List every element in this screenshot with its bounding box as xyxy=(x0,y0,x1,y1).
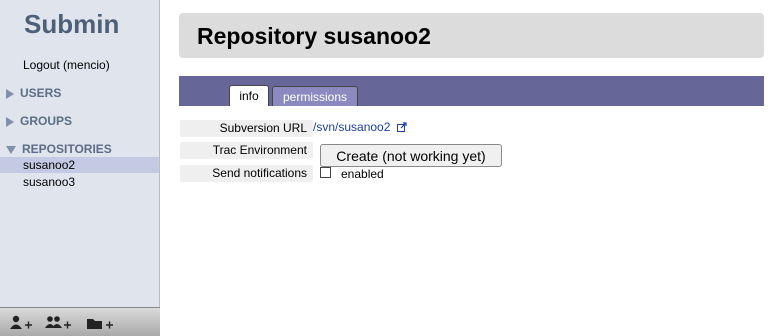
send-notifications-label: Send notifications xyxy=(180,165,313,182)
sidebar-section-repositories[interactable]: REPOSITORIES xyxy=(6,142,112,156)
create-trac-button[interactable]: Create (not working yet) xyxy=(320,144,502,167)
sidebar: Submin Logout (mencio) USERS GROUPS REPO… xyxy=(0,0,160,336)
sidebar-toolbar xyxy=(0,307,160,336)
sidebar-section-groups[interactable]: GROUPS xyxy=(6,114,72,128)
expand-triangle-icon xyxy=(6,116,14,127)
tab-info[interactable]: info xyxy=(229,85,269,106)
subversion-url-label: Subversion URL xyxy=(180,120,313,137)
add-group-icon xyxy=(45,316,71,329)
notifications-checkbox[interactable] xyxy=(320,167,331,178)
add-group-button[interactable] xyxy=(44,314,74,332)
app-logo: Submin xyxy=(24,9,120,39)
add-repository-icon xyxy=(87,319,113,329)
expand-triangle-icon xyxy=(6,88,14,99)
collapse-triangle-icon xyxy=(6,145,16,154)
sidebar-section-users-label: USERS xyxy=(20,86,62,100)
notifications-enabled-label: enabled xyxy=(341,167,384,181)
add-user-button[interactable] xyxy=(9,314,35,332)
logout-link[interactable]: Logout (mencio) xyxy=(23,58,110,72)
page-header: Repository susanoo2 xyxy=(179,13,764,58)
sidebar-section-users[interactable]: USERS xyxy=(6,86,61,100)
trac-environment-label: Trac Environment xyxy=(180,142,313,159)
sidebar-section-repositories-label: REPOSITORIES xyxy=(22,142,112,156)
tab-bar: info permissions xyxy=(179,76,764,106)
subversion-url-link[interactable]: /svn/susanoo2 xyxy=(313,120,390,134)
page-title: Repository susanoo2 xyxy=(197,23,431,49)
tab-permissions[interactable]: permissions xyxy=(272,86,358,106)
sidebar-item-susanoo3[interactable]: susanoo3 xyxy=(0,174,159,190)
add-repository-button[interactable] xyxy=(85,314,115,332)
external-link-icon[interactable] xyxy=(397,122,407,132)
add-user-icon xyxy=(10,315,32,329)
sidebar-item-susanoo2[interactable]: susanoo2 xyxy=(0,157,159,173)
sidebar-section-groups-label: GROUPS xyxy=(20,114,73,128)
